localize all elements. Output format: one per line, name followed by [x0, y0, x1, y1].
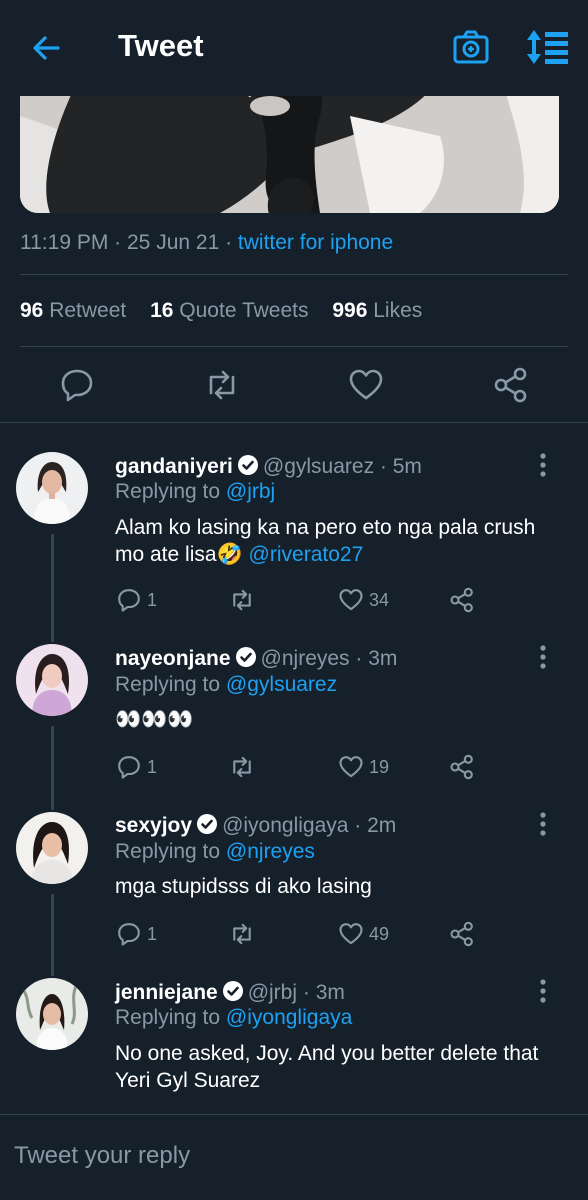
verified-icon: [235, 647, 256, 667]
tweet-time: 11:19 PM: [20, 231, 109, 254]
tweet-source-link[interactable]: twitter for iphone: [238, 231, 393, 254]
verified-icon: [222, 981, 243, 1001]
tweet-timestamp: 11:19 PM · 25 Jun 21 · twitter for iphon…: [20, 231, 394, 254]
avatar[interactable]: [16, 452, 88, 524]
reply-button[interactable]: 1: [115, 586, 157, 616]
top-bar: Tweet: [0, 0, 588, 96]
reply-icon: [118, 923, 140, 946]
reply-time: 5m: [392, 455, 422, 478]
like-icon: [339, 923, 363, 945]
replying-to: Replying to @njreyes: [115, 840, 315, 863]
like-button[interactable]: 34: [337, 586, 389, 616]
retweet-icon: [233, 923, 251, 945]
replying-to: Replying to @gylsuarez: [115, 673, 338, 696]
retweet-button[interactable]: [228, 920, 256, 950]
share-button[interactable]: [448, 753, 476, 783]
reply-header: gandaniyeri @gylsuarez · 5m: [115, 455, 422, 478]
quote-stat[interactable]: 16 Quote Tweets: [150, 299, 308, 322]
camera-icon[interactable]: [452, 28, 490, 66]
reply-time: 3m: [368, 647, 398, 670]
reply-header: jenniejane @jrbj · 3m: [115, 981, 345, 1004]
tweet-photo[interactable]: [20, 76, 559, 213]
replying-to: Replying to @iyongligaya: [115, 1006, 353, 1029]
display-name[interactable]: jenniejane: [115, 981, 218, 1004]
display-name[interactable]: gandaniyeri: [115, 455, 233, 478]
replying-to-link[interactable]: @gylsuarez: [226, 673, 337, 696]
share-icon[interactable]: [491, 365, 531, 405]
divider: [0, 422, 588, 423]
thread-line: [51, 894, 54, 976]
display-name[interactable]: nayeonjane: [115, 647, 231, 670]
share-icon: [450, 754, 473, 780]
share-icon: [450, 921, 473, 947]
user-handle: @iyongligaya: [222, 814, 349, 837]
share-button[interactable]: [448, 586, 476, 616]
sort-icon[interactable]: [526, 26, 570, 68]
retweet-button[interactable]: [228, 753, 256, 783]
retweet-button[interactable]: [228, 586, 256, 616]
reply-count: 1: [147, 923, 158, 944]
like-icon: [339, 589, 363, 611]
retweet-icon[interactable]: [202, 365, 242, 405]
reply-text: mga stupidsss di ako lasing: [115, 875, 372, 898]
tweet-stats: 96 Retweet 16 Quote Tweets 996 Likes: [20, 299, 440, 323]
avatar[interactable]: [16, 812, 88, 884]
share-icon: [450, 587, 473, 613]
reply-time: 3m: [315, 981, 345, 1004]
user-handle: @gylsuarez: [262, 455, 375, 478]
divider: [20, 274, 568, 275]
tweet-date: 25 Jun 21: [127, 231, 220, 254]
like-button[interactable]: 49: [337, 920, 389, 950]
reply-button[interactable]: 1: [115, 920, 157, 950]
mention-link[interactable]: @riverato27: [249, 543, 364, 566]
like-stat[interactable]: 996 Likes: [332, 299, 422, 322]
thread-line: [51, 726, 54, 810]
retweet-icon: [233, 589, 251, 611]
page-title: Tweet: [118, 28, 204, 63]
verified-icon: [237, 455, 258, 475]
reply-text: No one asked, Joy. And you better delete…: [115, 1042, 539, 1092]
thread-line: [51, 534, 54, 642]
display-name[interactable]: sexyjoy: [115, 814, 192, 837]
avatar[interactable]: [16, 644, 88, 716]
verified-icon: [197, 814, 218, 834]
reply-header: nayeonjane @njreyes · 3m: [115, 647, 398, 670]
replying-to: Replying to @jrbj: [115, 480, 276, 503]
reply-header: sexyjoy @iyongligaya · 2m: [115, 814, 397, 837]
reply-text: Alam ko lasing ka na pero eto nga pala c…: [115, 516, 536, 566]
reply-count: 1: [147, 589, 158, 610]
reply-text: 👀👀👀: [115, 708, 194, 731]
user-handle: @njreyes: [260, 647, 350, 670]
reply-input-placeholder[interactable]: Tweet your reply: [14, 1142, 190, 1170]
like-button[interactable]: 19: [337, 753, 389, 783]
like-count: 34: [369, 589, 390, 610]
reply-button[interactable]: 1: [115, 753, 157, 783]
more-icon[interactable]: [534, 978, 552, 1004]
replying-to-link[interactable]: @iyongligaya: [226, 1006, 352, 1029]
like-icon[interactable]: [346, 365, 386, 405]
replying-to-link[interactable]: @njreyes: [226, 840, 315, 863]
reply-icon: [118, 589, 140, 612]
avatar[interactable]: [16, 978, 88, 1050]
reply-icon[interactable]: [57, 365, 97, 405]
more-icon[interactable]: [534, 452, 552, 478]
like-icon: [339, 756, 363, 778]
like-count: 19: [369, 756, 390, 777]
share-button[interactable]: [448, 920, 476, 950]
reply-time: 2m: [367, 814, 397, 837]
reply-icon: [118, 756, 140, 779]
like-count: 49: [369, 923, 390, 944]
user-handle: @jrbj: [247, 981, 298, 1004]
retweet-icon: [233, 756, 251, 778]
more-icon[interactable]: [534, 811, 552, 837]
reply-count: 1: [147, 756, 158, 777]
retweet-stat[interactable]: 96 Retweet: [20, 299, 126, 322]
back-arrow-icon[interactable]: [28, 30, 64, 66]
replying-to-link[interactable]: @jrbj: [226, 480, 275, 503]
more-icon[interactable]: [534, 644, 552, 670]
reply-composer[interactable]: Tweet your reply: [0, 1114, 588, 1200]
divider: [20, 346, 568, 347]
